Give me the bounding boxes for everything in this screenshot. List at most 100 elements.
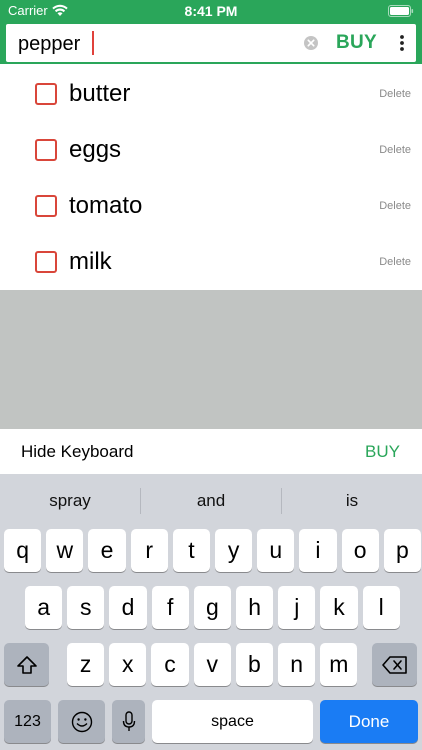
key-c[interactable]: c [151, 643, 189, 686]
key-label: p [395, 537, 409, 563]
keyboard: spray and is q we r t y u i o p a s d f g h j k l z x c v b nm 1… [0, 474, 422, 750]
key-label: q [16, 537, 29, 563]
dictation-key[interactable] [112, 700, 145, 743]
clear-icon[interactable] [303, 35, 319, 51]
key-label: g [205, 594, 219, 620]
emoji-key[interactable] [58, 700, 105, 743]
shopping-list: butter Delete eggs Delete tomato Delete … [0, 66, 422, 290]
key-w[interactable]: w [46, 529, 84, 572]
key-a[interactable]: a [25, 586, 63, 629]
key-label: d [121, 594, 135, 620]
key-e[interactable]: e [88, 529, 126, 572]
key-label: h [248, 594, 261, 620]
more-vertical-icon[interactable] [393, 34, 411, 52]
text-caret [92, 31, 94, 55]
key-f[interactable]: f [151, 586, 189, 629]
key-i[interactable]: i [299, 529, 337, 572]
item-label: tomato [69, 192, 143, 219]
key-l[interactable]: l [362, 586, 400, 629]
numbers-key[interactable]: 123 [4, 700, 51, 743]
item-label: eggs [69, 136, 122, 163]
delete-button[interactable]: Delete [379, 256, 411, 268]
item-label: butter [69, 80, 131, 107]
key-label: y [227, 537, 240, 563]
item-checkbox[interactable] [35, 83, 57, 105]
item-checkbox[interactable] [35, 251, 57, 273]
delete-button[interactable]: Delete [379, 88, 411, 100]
status-bar: Carrier 8:41 PM [0, 0, 422, 22]
key-d[interactable]: d [109, 586, 147, 629]
shift-key[interactable] [4, 643, 49, 686]
backspace-icon [381, 656, 407, 674]
key-label: e [100, 537, 114, 563]
key-k[interactable]: k [320, 586, 358, 629]
key-h[interactable]: h [236, 586, 274, 629]
backspace-key[interactable] [372, 643, 417, 686]
key-label: w [56, 537, 74, 563]
battery-icon [388, 5, 414, 17]
key-label: b [247, 651, 261, 677]
suggestion-bar: spray and is [0, 474, 422, 528]
key-b[interactable]: b [235, 643, 273, 686]
key-label: t [188, 537, 195, 563]
key-label: Done [348, 712, 390, 731]
key-g[interactable]: g [193, 586, 231, 629]
delete-button[interactable]: Delete [379, 200, 411, 212]
key-t[interactable]: t [172, 529, 210, 572]
shift-icon [16, 656, 37, 674]
key-label: m [329, 651, 349, 677]
key-label: s [80, 594, 92, 620]
microphone-icon [122, 711, 135, 731]
toolbar-buy-button[interactable]: BUY [365, 442, 400, 462]
item-checkbox[interactable] [35, 195, 57, 217]
key-label: i [315, 537, 321, 563]
list-item: eggs Delete [0, 122, 422, 178]
hide-keyboard-button[interactable]: Hide Keyboard [21, 442, 133, 462]
key-n[interactable]: n [278, 643, 316, 686]
list-item: butter Delete [0, 66, 422, 122]
list-item: milk Delete [0, 234, 422, 290]
key-o[interactable]: o [341, 529, 379, 572]
suggestion-item[interactable]: and [141, 491, 281, 511]
key-m[interactable]: m [320, 643, 358, 686]
key-label: f [166, 594, 174, 620]
delete-button[interactable]: Delete [379, 144, 411, 156]
key-label: 123 [14, 713, 41, 730]
item-checkbox[interactable] [35, 139, 57, 161]
key-label: a [37, 594, 50, 620]
key-y[interactable]: y [215, 529, 253, 572]
key-label: j [294, 594, 300, 620]
key-label: l [378, 594, 384, 620]
key-label: n [290, 651, 303, 677]
status-time: 8:41 PM [184, 3, 238, 19]
suggestion-item[interactable]: is [282, 491, 422, 511]
key-s[interactable]: s [67, 586, 105, 629]
key-label: o [353, 537, 367, 563]
keyboard-toolbar: Hide Keyboard BUY [0, 429, 422, 474]
header-bar: BUY [0, 22, 422, 64]
suggestion-item[interactable]: spray [0, 491, 140, 511]
key-label: v [206, 651, 218, 677]
emoji-icon [71, 711, 92, 733]
item-input[interactable] [18, 30, 288, 58]
key-q[interactable]: q [4, 529, 42, 572]
key-x[interactable]: x [109, 643, 147, 686]
key-label: r [145, 537, 154, 563]
list-item: tomato Delete [0, 178, 422, 234]
key-p[interactable]: p [383, 529, 421, 572]
key-r[interactable]: r [130, 529, 168, 572]
search-box[interactable]: BUY [6, 24, 416, 62]
done-key[interactable]: Done [320, 700, 418, 743]
space-key[interactable]: space [152, 700, 313, 743]
key-label: x [122, 651, 134, 677]
key-label: z [79, 651, 92, 677]
key-label: space [211, 713, 254, 730]
buy-button[interactable]: BUY [336, 32, 377, 54]
empty-area [0, 290, 422, 429]
key-v[interactable]: v [193, 643, 231, 686]
key-j[interactable]: j [278, 586, 316, 629]
key-u[interactable]: u [257, 529, 295, 572]
item-label: milk [69, 248, 112, 275]
key-z[interactable]: z [67, 643, 105, 686]
key-label: c [164, 651, 176, 677]
